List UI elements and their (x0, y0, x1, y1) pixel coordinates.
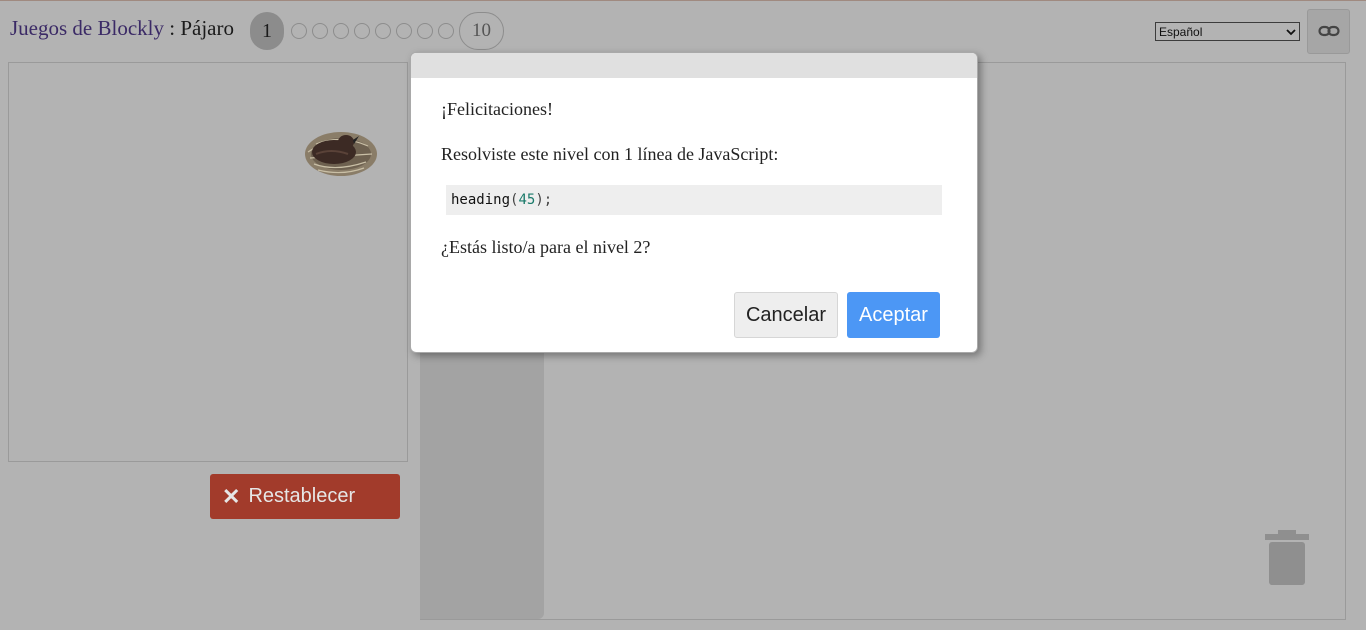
link-icon (1317, 22, 1340, 41)
game-visualization (8, 62, 408, 462)
close-icon: ✕ (222, 483, 241, 509)
level-7-dot[interactable] (395, 23, 412, 39)
level-3-dot[interactable] (311, 23, 328, 39)
title-separator: : (163, 16, 181, 40)
level-4-dot[interactable] (332, 23, 349, 39)
cancel-button[interactable]: Cancelar (734, 292, 838, 338)
reset-label: Restablecer (248, 485, 356, 507)
code-function: heading (451, 192, 511, 208)
level-selector: 1 10 (250, 12, 504, 50)
congratulations-dialog: ¡Felicitaciones! Resolviste este nivel c… (410, 52, 978, 353)
code-paren-close: ); (535, 192, 553, 208)
level-5-dot[interactable] (353, 23, 370, 39)
page-title: Juegos de Blockly : Pájaro (10, 16, 234, 41)
code-argument: 45 (518, 192, 536, 208)
app-title-link[interactable]: Juegos de Blockly (10, 16, 164, 40)
reset-button[interactable]: ✕ Restablecer (210, 474, 400, 519)
ok-button[interactable]: Aceptar (847, 292, 940, 338)
level-10-link[interactable]: 10 (459, 12, 504, 50)
level-2-dot[interactable] (290, 23, 307, 39)
level-6-dot[interactable] (374, 23, 391, 39)
code-paren-open: ( (510, 192, 519, 208)
chevron-down-icon (1286, 25, 1296, 39)
link-button[interactable] (1307, 9, 1350, 54)
trash-icon[interactable] (1262, 530, 1312, 588)
congratulations-text: ¡Felicitaciones! (441, 99, 553, 119)
level-1-current[interactable]: 1 (250, 12, 284, 50)
dialog-header[interactable] (411, 53, 977, 78)
top-border (0, 0, 1366, 1)
language-selected: Español (1159, 24, 1203, 39)
bird-in-nest-icon (296, 114, 386, 184)
next-level-question: ¿Estás listo/a para el nivel 2? (441, 237, 651, 257)
language-select[interactable]: Español (1155, 22, 1300, 41)
game-name: Pájaro (180, 16, 234, 40)
solution-summary-text: Resolviste este nivel con 1 línea de Jav… (441, 144, 779, 164)
code-block: heading(45); (446, 185, 942, 215)
level-9-dot[interactable] (437, 23, 454, 39)
level-8-dot[interactable] (416, 23, 433, 39)
